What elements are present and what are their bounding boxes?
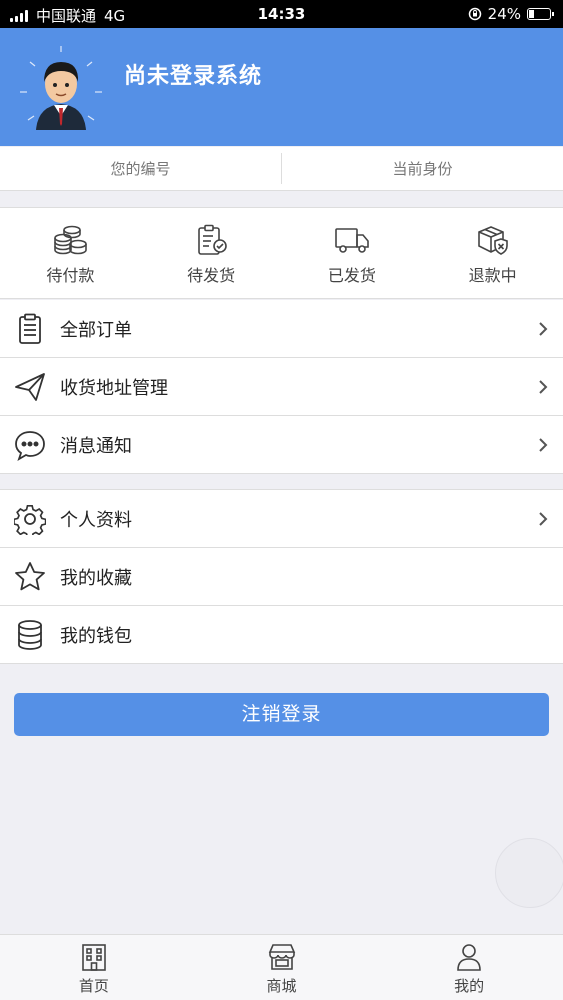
- order-label: 待发货: [187, 266, 236, 285]
- tab-label: 首页: [78, 977, 109, 995]
- menu-item-label: 我的收藏: [60, 567, 132, 589]
- menu-group-account: 个人资料 我的收藏 我的钱包: [0, 489, 563, 664]
- account-info-bar: 您的编号 当前身份: [0, 147, 563, 191]
- battery-percent: 24%: [487, 5, 521, 23]
- order-label: 已发货: [327, 266, 376, 285]
- menu-item-profile[interactable]: 个人资料: [0, 490, 563, 548]
- menu-item-address-management[interactable]: 收货地址管理: [0, 358, 563, 416]
- menu-item-label: 全部订单: [60, 319, 132, 341]
- menu-group-orders: 全部订单 收货地址管理 消息通知: [0, 300, 563, 474]
- orientation-lock-icon: [468, 7, 481, 21]
- star-icon: [15, 562, 45, 591]
- clipboard-list-icon: [19, 313, 41, 344]
- order-shipped[interactable]: 已发货: [282, 208, 423, 298]
- menu-item-all-orders[interactable]: 全部订单: [0, 300, 563, 358]
- order-status-section: 待付款 待发货 已发货 退款中: [0, 207, 563, 299]
- menu-item-label: 个人资料: [60, 509, 132, 531]
- menu-item-label: 收货地址管理: [60, 377, 168, 399]
- status-bar: 中国联通 4G 14:33 24%: [0, 0, 563, 28]
- menu-item-notifications[interactable]: 消息通知: [0, 416, 563, 474]
- chevron-right-icon: [539, 322, 548, 336]
- chevron-right-icon: [539, 512, 548, 526]
- logout-button[interactable]: 注销登录: [14, 693, 549, 736]
- gear-icon: [14, 504, 46, 535]
- order-label: 退款中: [468, 266, 517, 285]
- assistive-touch-button[interactable]: [495, 838, 563, 908]
- chevron-right-icon: [539, 438, 548, 452]
- building-icon: [82, 944, 106, 971]
- order-pending-payment[interactable]: 待付款: [0, 208, 141, 298]
- bottom-tab-bar: 首页 商城 我的: [0, 934, 563, 1000]
- businessman-avatar-icon[interactable]: [18, 44, 104, 130]
- order-pending-shipment[interactable]: 待发货: [141, 208, 282, 298]
- profile-header: 尚未登录系统: [0, 28, 563, 146]
- tab-home[interactable]: 首页: [0, 935, 188, 1000]
- user-icon: [457, 944, 481, 971]
- chevron-right-icon: [539, 380, 548, 394]
- menu-item-favorites[interactable]: 我的收藏: [0, 548, 563, 606]
- box-shield-icon: [477, 226, 508, 255]
- paper-plane-icon: [15, 373, 45, 401]
- menu-item-wallet[interactable]: 我的钱包: [0, 606, 563, 664]
- user-number-label: 您的编号: [110, 160, 171, 178]
- tab-label: 商城: [266, 977, 297, 995]
- battery-icon: [527, 8, 554, 20]
- current-identity-label: 当前身份: [392, 160, 453, 178]
- tab-store[interactable]: 商城: [188, 935, 376, 1000]
- coins-icon: [54, 225, 88, 255]
- database-icon: [18, 620, 42, 650]
- order-label: 待付款: [46, 266, 95, 285]
- menu-item-label: 消息通知: [60, 435, 132, 457]
- menu-item-label: 我的钱包: [60, 625, 132, 647]
- tab-label: 我的: [454, 977, 485, 995]
- login-status-title: 尚未登录系统: [124, 64, 263, 89]
- clipboard-check-icon: [198, 224, 227, 255]
- chat-bubble-icon: [15, 431, 45, 461]
- order-refunding[interactable]: 退款中: [422, 208, 563, 298]
- truck-icon: [335, 228, 369, 253]
- store-icon: [268, 944, 295, 970]
- tab-mine[interactable]: 我的: [375, 935, 563, 1000]
